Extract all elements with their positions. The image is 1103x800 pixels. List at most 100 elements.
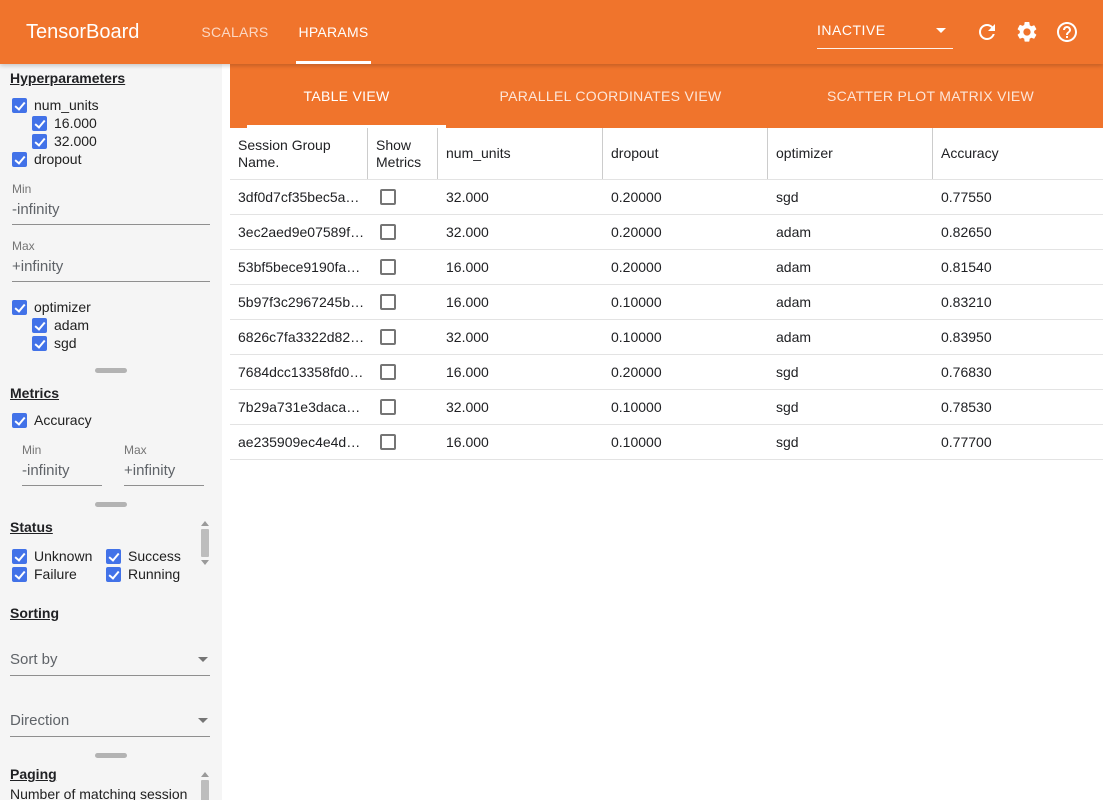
checkbox[interactable] (32, 116, 47, 131)
scroll-up-icon[interactable] (201, 521, 209, 526)
show-metrics-checkbox[interactable] (380, 434, 396, 450)
reload-status-dropdown[interactable]: INACTIVE (817, 16, 953, 49)
help-button[interactable] (1055, 20, 1079, 44)
checkbox[interactable] (32, 318, 47, 333)
optimizer-checkbox-row[interactable]: adam (32, 316, 222, 334)
table-row: 6826c7fa3322d82… 32.000 0.10000 adam 0.8… (230, 320, 1103, 355)
hparams-sidebar: Hyperparameters num_units 16.000 32.000 (0, 64, 222, 800)
hyperparameter-checkbox-row[interactable]: dropout (12, 150, 222, 168)
checkbox[interactable] (12, 567, 27, 582)
hyperparameters-section: Hyperparameters num_units 16.000 32.000 (0, 70, 222, 352)
optimizer-cell: sgd (768, 434, 933, 450)
dropout-cell: 0.10000 (603, 294, 768, 310)
tab-table-view[interactable]: TABLE VIEW (247, 64, 446, 128)
scroll-down-icon[interactable] (201, 560, 209, 565)
status-checkbox-row[interactable]: Failure (12, 565, 94, 583)
scroll-up-icon[interactable] (201, 772, 209, 777)
refresh-button[interactable] (975, 20, 999, 44)
checkbox-label: Unknown (34, 548, 92, 564)
show-metrics-checkbox[interactable] (380, 329, 396, 345)
optimizer-cell: adam (768, 294, 933, 310)
scrollbar-thumb[interactable] (201, 780, 209, 800)
section-resize-handle[interactable] (95, 753, 127, 758)
sort-by-dropdown[interactable]: Sort by (10, 651, 210, 676)
tab-scatter-plot-matrix-view[interactable]: SCATTER PLOT MATRIX VIEW (775, 64, 1086, 128)
show-metrics-checkbox[interactable] (380, 399, 396, 415)
checkbox[interactable] (106, 567, 121, 582)
settings-button[interactable] (1015, 20, 1039, 44)
status-scrollbar[interactable] (200, 521, 209, 565)
num-units-cell: 16.000 (438, 364, 603, 380)
dropout-cell: 0.20000 (603, 259, 768, 275)
dropout-cell: 0.10000 (603, 329, 768, 345)
max-input[interactable]: +infinity (124, 457, 204, 486)
show-metrics-checkbox[interactable] (380, 364, 396, 380)
optimizer-checkbox-row[interactable]: optimizer (12, 298, 222, 316)
refresh-icon (975, 20, 999, 44)
paging-scrollbar[interactable] (200, 772, 209, 800)
hyperparameter-checkbox-row[interactable]: 32.000 (32, 132, 222, 150)
settings-icon (1015, 20, 1039, 44)
checkbox[interactable] (12, 152, 27, 167)
show-metrics-checkbox[interactable] (380, 224, 396, 240)
show-metrics-checkbox[interactable] (380, 294, 396, 310)
checkbox[interactable] (32, 134, 47, 149)
metric-min-field: Min -infinity (22, 443, 102, 486)
accuracy-cell: 0.83950 (933, 329, 1103, 345)
status-checkbox-row[interactable]: Running (106, 565, 222, 583)
num-units-cell: 16.000 (438, 434, 603, 450)
tab-parallel-coordinates-view[interactable]: PARALLEL COORDINATES VIEW (446, 64, 775, 128)
show-metrics-checkbox[interactable] (380, 259, 396, 275)
dropout-cell: 0.20000 (603, 189, 768, 205)
accuracy-cell: 0.82650 (933, 224, 1103, 240)
accuracy-cell: 0.77700 (933, 434, 1103, 450)
top-app-bar: TensorBoard SCALARS HPARAMS INACTIVE (0, 0, 1103, 64)
session-group-name-cell: 53bf5bece9190fa… (230, 259, 368, 275)
checkbox[interactable] (12, 98, 27, 113)
checkbox[interactable] (12, 300, 27, 315)
accuracy-cell: 0.76830 (933, 364, 1103, 380)
checkbox[interactable] (32, 336, 47, 351)
show-metrics-cell (368, 364, 438, 380)
optimizer-cell: sgd (768, 399, 933, 415)
num-units-cell: 32.000 (438, 399, 603, 415)
section-resize-handle[interactable] (95, 502, 127, 507)
tab-scalars[interactable]: SCALARS (186, 0, 283, 64)
hyperparameter-checkbox-row[interactable]: num_units (12, 96, 222, 114)
checkbox[interactable] (106, 549, 121, 564)
status-list: Unknown Success Failure Running (0, 547, 222, 583)
session-groups-table: Session Group Name. Show Metrics num_uni… (230, 128, 1103, 460)
optimizer-cell: sgd (768, 189, 933, 205)
show-metrics-cell (368, 329, 438, 345)
checkbox-label: optimizer (34, 299, 91, 315)
min-input[interactable]: -infinity (12, 196, 210, 225)
scrollbar-thumb[interactable] (201, 529, 209, 557)
status-section: Status Unknown Success Failure (0, 519, 222, 583)
checkbox[interactable] (12, 413, 27, 428)
max-input[interactable]: +infinity (12, 253, 210, 282)
table-row: 3ec2aed9e07589f… 32.000 0.20000 adam 0.8… (230, 215, 1103, 250)
paging-section: Paging Number of matching session groups… (0, 766, 222, 800)
metric-checkbox-row[interactable]: Accuracy (12, 411, 222, 429)
session-group-name-cell: 3df0d7cf35bec5a… (230, 189, 368, 205)
reload-status-value: INACTIVE (817, 22, 886, 38)
table-header-row: Session Group Name. Show Metrics num_uni… (230, 128, 1103, 180)
section-resize-handle[interactable] (95, 368, 127, 373)
status-heading: Status (10, 519, 222, 535)
min-input[interactable]: -infinity (22, 457, 102, 486)
table-body: 3df0d7cf35bec5a… 32.000 0.20000 sgd 0.77… (230, 180, 1103, 460)
column-header-dropout: dropout (603, 128, 768, 179)
session-group-name-cell: 6826c7fa3322d82… (230, 329, 368, 345)
direction-dropdown[interactable]: Direction (10, 712, 210, 737)
status-checkbox-row[interactable]: Unknown (12, 547, 94, 565)
hyperparameter-checkbox-row[interactable]: 16.000 (32, 114, 222, 132)
show-metrics-checkbox[interactable] (380, 189, 396, 205)
optimizer-cell: adam (768, 329, 933, 345)
dropout-cell: 0.10000 (603, 434, 768, 450)
session-group-name-cell: 7b29a731e3daca… (230, 399, 368, 415)
table-row: 5b97f3c2967245b… 16.000 0.10000 adam 0.8… (230, 285, 1103, 320)
optimizer-checkbox-row[interactable]: sgd (32, 334, 222, 352)
tab-hparams[interactable]: HPARAMS (284, 0, 384, 64)
num-units-cell: 32.000 (438, 189, 603, 205)
checkbox[interactable] (12, 549, 27, 564)
